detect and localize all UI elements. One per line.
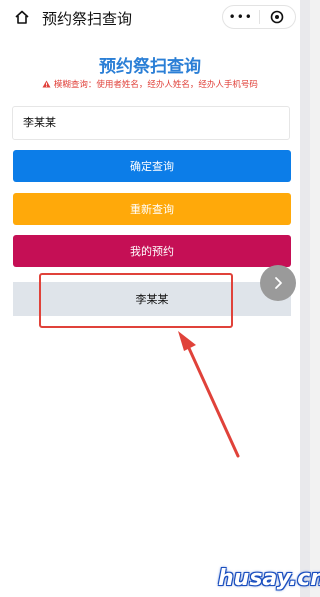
my-reservations-button[interactable]: 我的预约 [13,235,291,267]
watermark: husay.cn [218,566,320,591]
nav-title: 预约祭扫查询 [42,10,133,28]
floating-next-button[interactable] [260,265,296,301]
reset-search-button[interactable]: 重新查询 [13,193,291,225]
target-circle-icon [270,10,284,24]
warning-icon [42,80,51,88]
nav-bar: 预约祭扫查询 ••• [0,0,300,36]
search-input[interactable]: 李某某 [12,106,290,140]
more-menu-button[interactable]: ••• [223,6,259,28]
annotation-highlight-box [39,273,233,328]
side-strip [300,0,310,597]
search-notice: 模糊查询：使用者姓名，经办人姓名，经办人手机号码 [0,78,300,90]
mini-program-capsule: ••• [222,5,296,29]
notice-text: 模糊查询：使用者姓名，经办人姓名，经办人手机号码 [53,80,258,90]
home-icon[interactable] [14,9,30,25]
confirm-search-button[interactable]: 确定查询 [13,150,291,182]
close-mini-program-button[interactable] [259,6,295,28]
page-title: 预约祭扫查询 [99,57,201,77]
chevron-right-icon [275,277,282,289]
